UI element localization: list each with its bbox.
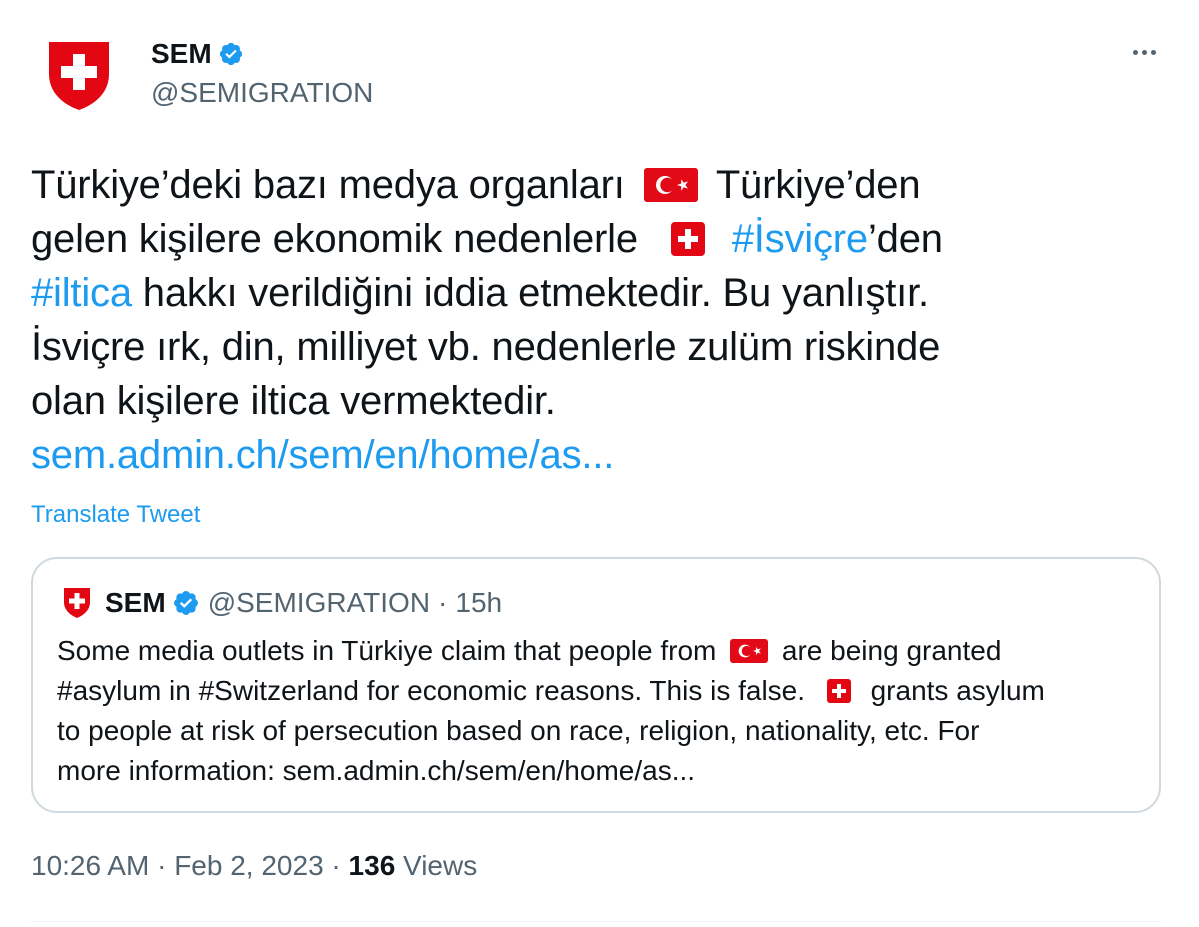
separator-dot: · <box>323 850 349 881</box>
quoted-author-handle: @SEMIGRATION <box>207 587 431 618</box>
tweet-meta: 10:26 AM · Feb 2, 2023 · 136 Views <box>31 850 477 882</box>
author-handle[interactable]: @SEMIGRATION <box>151 77 373 109</box>
tweet-date[interactable]: Feb 2, 2023 <box>174 850 323 881</box>
quoted-line-3: to people at risk of persecution based o… <box>57 715 980 746</box>
quoted-line-4: more information: sem.admin.ch/sem/en/ho… <box>57 755 696 786</box>
hashtag-isvicre-link[interactable]: #İsviçre <box>732 217 868 261</box>
separator-dot: · <box>438 587 448 618</box>
swiss-shield-icon <box>64 588 90 618</box>
author-name-row[interactable]: SEM <box>151 36 244 72</box>
tweet-line-5: olan kişilere iltica vermektedir. <box>31 379 556 423</box>
quoted-tweet-card[interactable]: SEM @SEMIGRATION · 15h Some media outlet… <box>31 557 1161 813</box>
translate-tweet-button[interactable]: Translate Tweet <box>31 501 200 529</box>
tweet-line-4: İsviçre ırk, din, milliyet vb. nedenlerl… <box>31 325 941 369</box>
verified-badge-icon[interactable] <box>218 41 244 67</box>
separator-dot: · <box>149 850 175 881</box>
more-options-icon[interactable] <box>1122 36 1166 68</box>
switzerland-flag-icon <box>826 679 851 703</box>
views-count: 136 <box>348 850 396 881</box>
tweet-url-link[interactable]: sem.admin.ch/sem/en/home/as... <box>31 428 1171 482</box>
swiss-shield-icon[interactable] <box>46 40 112 112</box>
views-label: Views <box>395 850 478 881</box>
quoted-tweet-header: SEM @SEMIGRATION · 15h <box>63 585 502 621</box>
switzerland-flag-icon <box>670 222 705 256</box>
tweet-time[interactable]: 10:26 AM <box>31 850 149 881</box>
quoted-tweet-text: Some media outlets in Türkiye claim that… <box>57 631 1147 791</box>
tweet-line-3: #iltica hakkı verildiğini iddia etmekted… <box>31 271 929 315</box>
tweet-line-2: gelen kişilere ekonomik nedenlerle #İsvi… <box>31 217 943 261</box>
quoted-author-name: SEM <box>105 587 166 618</box>
divider <box>31 921 1161 922</box>
hashtag-iltica-link[interactable]: #iltica <box>31 271 132 315</box>
quoted-line-2: #asylum in #Switzerland for economic rea… <box>57 675 1045 706</box>
tweet-line-1: Türkiye’deki bazı medya organları Türkiy… <box>31 163 921 207</box>
tweet-text: Türkiye’deki bazı medya organları Türkiy… <box>31 158 1171 482</box>
turkey-flag-icon <box>643 168 698 202</box>
quoted-line-1: Some media outlets in Türkiye claim that… <box>57 635 1002 666</box>
author-name[interactable]: SEM <box>151 38 212 70</box>
quoted-timestamp: 15h <box>455 587 503 618</box>
turkey-flag-icon <box>730 639 769 663</box>
verified-badge-icon <box>173 591 198 615</box>
